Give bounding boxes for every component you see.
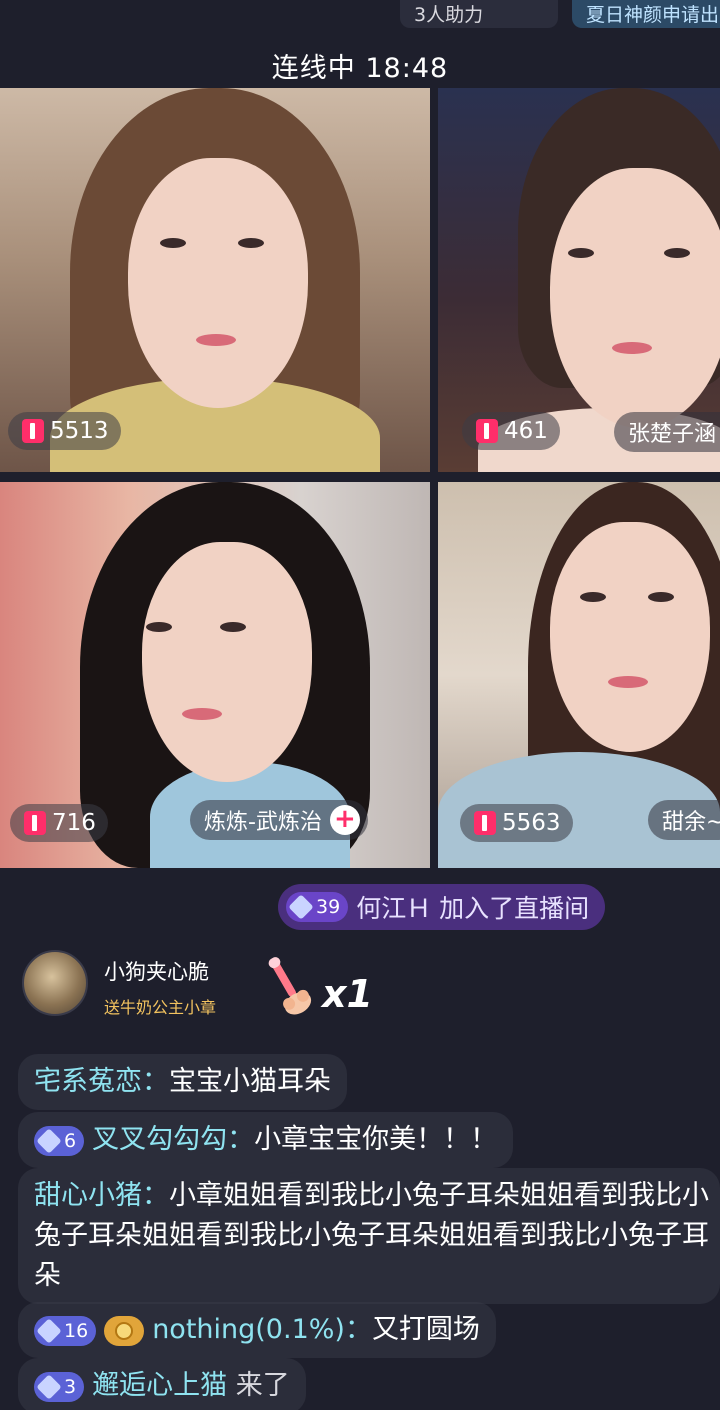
multi-guest-grid: 5513 461 张楚子涵 716 炼炼-武炼治 + 5563 甜余~: [0, 88, 720, 868]
level-badge: 3: [34, 1371, 85, 1402]
guest-tile-4[interactable]: 5563 甜余~: [438, 482, 720, 868]
guest-score-1: 5513: [8, 412, 121, 450]
level-badge: 39: [286, 892, 349, 922]
connection-status: 连线中 18:48: [271, 53, 449, 84]
level-value: 3: [64, 1375, 77, 1398]
chat-text: 来了: [235, 1370, 290, 1401]
level-badge: 6: [34, 1125, 85, 1156]
chat-text: 小章宝宝你美！！！: [254, 1124, 498, 1155]
level-value: 16: [64, 1319, 89, 1342]
gift-sender-name[interactable]: 小狗夹心脆: [104, 956, 209, 986]
chat-nick[interactable]: nothing(0.1%): [152, 1314, 345, 1345]
gem-icon: [36, 1127, 62, 1154]
guest-name-label: 甜余~: [662, 810, 720, 835]
chat-message[interactable]: 宅系菟恋：宝宝小猫耳朵: [18, 1054, 347, 1110]
event-pill[interactable]: 夏日神颜申请出: [572, 0, 720, 28]
chat-nick[interactable]: 叉叉勾勾勾: [92, 1124, 227, 1155]
chat-nick[interactable]: 宅系菟恋: [34, 1066, 142, 1097]
join-notice: 39 何江Ｈ 加入了直播间: [278, 884, 606, 930]
assist-pill[interactable]: 3人助力: [400, 0, 558, 28]
guest-score-2: 461: [462, 412, 560, 450]
score-value: 5563: [502, 810, 561, 836]
gift-description: 送牛奶公主小章: [104, 998, 217, 1017]
level-badge: 16: [34, 1315, 97, 1346]
gift-score-icon: [476, 419, 498, 443]
gem-icon: [288, 894, 314, 920]
chat-separator: ：: [227, 1124, 255, 1155]
top-bar: 3人助力 夏日神颜申请出: [0, 0, 720, 40]
gift-count: x1: [322, 972, 373, 1016]
gift-notice: 小狗夹心脆 送牛奶公主小章 x1: [22, 950, 702, 1022]
chat-nick[interactable]: 甜心小猪: [34, 1180, 142, 1211]
gift-score-icon: [22, 419, 44, 443]
guest-name-2[interactable]: 张楚子涵: [614, 412, 720, 452]
level-value: 39: [316, 896, 341, 918]
fan-badge-icon: [104, 1315, 145, 1346]
gem-icon: [36, 1373, 62, 1400]
guest-name-label: 炼炼-武炼治: [204, 810, 322, 835]
guest-score-4: 5563: [460, 804, 573, 842]
chat-message[interactable]: 3 邂逅心上猫 来了: [18, 1358, 306, 1410]
guest-tile-3[interactable]: 716 炼炼-武炼治 +: [0, 482, 430, 868]
guest-name-label: 张楚子涵: [628, 422, 717, 447]
follow-plus-icon[interactable]: +: [329, 805, 360, 835]
gift-score-icon: [24, 811, 46, 835]
level-value: 6: [64, 1129, 77, 1152]
score-value: 716: [52, 810, 96, 836]
gift-score-icon: [474, 811, 496, 835]
chat-message[interactable]: 16 nothing(0.1%)：又打圆场: [18, 1302, 496, 1358]
chat-message[interactable]: 6 叉叉勾勾勾：小章宝宝你美！！！: [18, 1112, 514, 1168]
gem-icon: [36, 1317, 62, 1344]
chat-separator: ：: [142, 1066, 169, 1097]
score-value: 5513: [50, 418, 109, 444]
avatar[interactable]: [22, 950, 88, 1016]
guest-tile-1[interactable]: 5513: [0, 88, 430, 472]
chat-separator: ：: [142, 1180, 169, 1211]
join-text: 何江Ｈ 加入了直播间: [356, 894, 590, 923]
chat-nick[interactable]: 邂逅心上猫: [92, 1370, 227, 1401]
guest-score-3: 716: [10, 804, 108, 842]
chat-text: 宝宝小猫耳朵: [169, 1066, 331, 1097]
score-value: 461: [504, 418, 548, 444]
guest-tile-2[interactable]: 461 张楚子涵: [438, 88, 720, 472]
guest-name-3[interactable]: 炼炼-武炼治 +: [190, 800, 368, 840]
chat-message[interactable]: 甜心小猪：小章姐姐看到我比小兔子耳朵姐姐看到我比小兔子耳朵姐姐看到我比小兔子耳朵…: [18, 1168, 720, 1304]
chat-text: 又打圆场: [371, 1314, 480, 1345]
chat-separator: ：: [344, 1314, 372, 1345]
guest-name-4[interactable]: 甜余~: [648, 800, 720, 840]
gift-wand-icon: [268, 957, 312, 1015]
